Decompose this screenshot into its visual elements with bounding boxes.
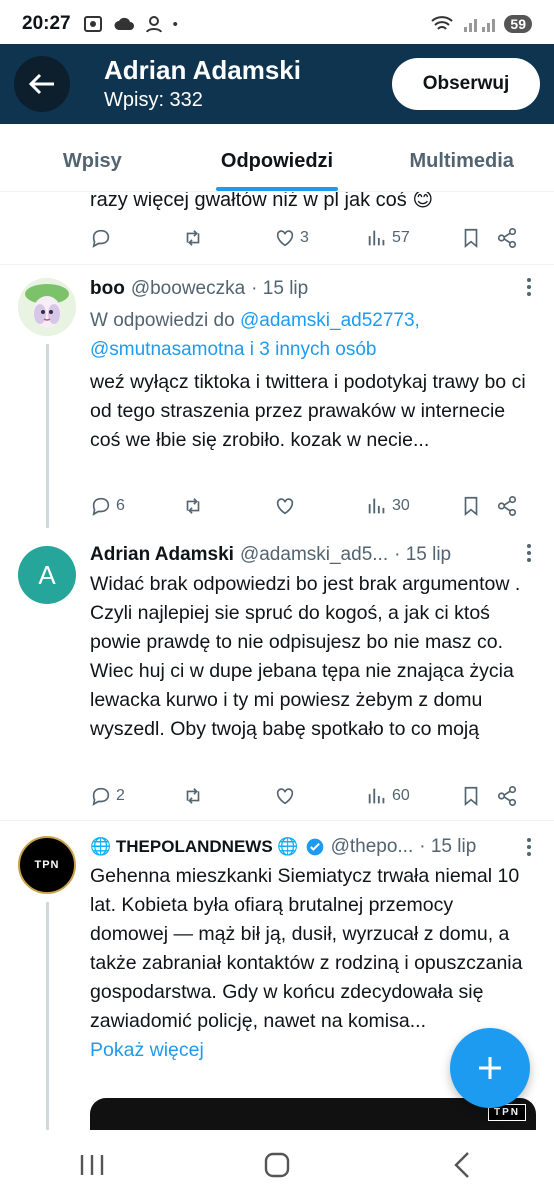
tweet-date[interactable]: · 15 lip [419, 834, 476, 860]
recent-apps-icon [81, 1155, 104, 1175]
profile-tabs: Wpisy Odpowiedzi Multimedia [0, 124, 554, 192]
tweet-meta: Adrian Adamski @adamski_ad5... · 15 lip [90, 542, 530, 568]
author-handle[interactable]: @thepo... [331, 834, 414, 860]
compose-plus-icon [479, 1057, 501, 1079]
tweet-text: Widać brak odpowiedzi bo jest brak argum… [90, 573, 521, 740]
partial-tweet-actions: 3 57 [90, 224, 530, 252]
author-name[interactable]: 🌐 THEPOLANDNEWS 🌐 [90, 834, 299, 860]
retweet-icon [186, 498, 200, 514]
tweet-text: Gehenna mieszkanki Siemiatycz trwała nie… [90, 865, 523, 1032]
bookmark-button[interactable] [460, 785, 496, 807]
tweet-meta: 🌐 THEPOLANDNEWS 🌐 @thepo... · 15 lip [90, 834, 530, 860]
retweet-icon [186, 230, 200, 246]
views-icon [368, 788, 385, 804]
recent-apps-button[interactable] [62, 1145, 122, 1185]
views-icon [368, 498, 385, 514]
home-button[interactable] [247, 1145, 307, 1185]
like-button[interactable] [274, 495, 366, 517]
reply-button[interactable]: 2 [90, 785, 182, 807]
tweet-actions: 6 30 [90, 492, 530, 520]
tweet-meta: boo @booweczka · 15 lip [90, 276, 530, 302]
bookmark-icon [464, 786, 478, 807]
system-nav-bar [0, 1130, 554, 1200]
retweet-button[interactable] [182, 227, 274, 249]
tab-replies[interactable]: Odpowiedzi [185, 124, 370, 191]
tweet-text: weź wyłącz tiktoka i twittera i podotyka… [90, 371, 526, 451]
author-name[interactable]: Adrian Adamski [90, 542, 234, 568]
retweet-button[interactable] [182, 495, 274, 517]
views-icon [368, 230, 385, 246]
author-handle[interactable]: @adamski_ad5... [240, 542, 388, 568]
share-icon [497, 786, 517, 806]
like-button[interactable] [274, 785, 366, 807]
system-back-icon [453, 1152, 469, 1178]
views-button[interactable]: 30 [366, 495, 460, 517]
like-icon [276, 230, 294, 247]
thread-line [46, 344, 49, 528]
verified-icon [306, 838, 323, 856]
bookmark-icon [464, 496, 478, 517]
anime-avatar-icon [18, 278, 76, 336]
divider [0, 820, 554, 821]
avatar[interactable]: A [18, 546, 76, 604]
bookmark-button[interactable] [460, 495, 496, 517]
reply-icon [92, 229, 110, 248]
tweet-body: Adrian Adamski @adamski_ad5... · 15 lip … [90, 542, 530, 744]
avatar-letter: A [38, 559, 56, 590]
reply-button[interactable] [90, 227, 182, 249]
back-arrow-icon [28, 73, 54, 95]
bookmark-button[interactable] [460, 227, 496, 249]
system-back-button[interactable] [432, 1145, 492, 1185]
author-name[interactable]: boo [90, 276, 125, 302]
author-handle[interactable]: @booweczka [131, 276, 245, 302]
share-button[interactable] [496, 785, 518, 807]
share-button[interactable] [496, 227, 518, 249]
avatar[interactable] [18, 278, 76, 336]
share-button[interactable] [496, 495, 518, 517]
tweet-date[interactable]: · 15 lip [251, 276, 308, 302]
posts-count: Wpisy: 332 [104, 89, 203, 111]
like-icon [276, 788, 294, 805]
follow-button[interactable]: Obserwuj [392, 58, 540, 110]
reply-button[interactable]: 6 [90, 495, 182, 517]
reply-icon [92, 787, 110, 806]
back-button[interactable] [14, 56, 70, 112]
profile-name: Adrian Adamski [104, 55, 301, 85]
header-text: Adrian Adamski Wpisy: 332 [104, 55, 301, 113]
home-icon [264, 1152, 290, 1178]
tab-media[interactable]: Multimedia [369, 124, 554, 191]
divider [0, 264, 554, 265]
tweet-date[interactable]: · 15 lip [394, 542, 451, 568]
retweet-icon [186, 788, 200, 804]
views-button[interactable]: 57 [366, 227, 460, 249]
compose-button[interactable] [450, 1028, 530, 1108]
active-tab-indicator [216, 187, 338, 191]
tab-posts[interactable]: Wpisy [0, 124, 185, 191]
avatar[interactable]: TPN [18, 836, 76, 894]
reply-icon [92, 497, 110, 516]
share-icon [497, 496, 517, 516]
avatar-logo: TPN [34, 859, 60, 871]
share-icon [497, 228, 517, 248]
like-icon [276, 498, 294, 515]
retweet-button[interactable] [182, 785, 274, 807]
tweet-actions: 2 60 [90, 782, 530, 810]
replying-to: W odpowiedzi do @adamski_ad52773, @smutn… [90, 310, 420, 360]
tweet-body: 🌐 THEPOLANDNEWS 🌐 @thepo... · 15 lip Geh… [90, 834, 530, 1065]
bookmark-icon [464, 228, 478, 249]
profile-header: Adrian Adamski Wpisy: 332 Obserwuj [0, 44, 554, 124]
like-button[interactable]: 3 [274, 227, 366, 249]
tweet-body: boo @booweczka · 15 lip W odpowiedzi do … [90, 276, 530, 455]
views-button[interactable]: 60 [366, 785, 460, 807]
